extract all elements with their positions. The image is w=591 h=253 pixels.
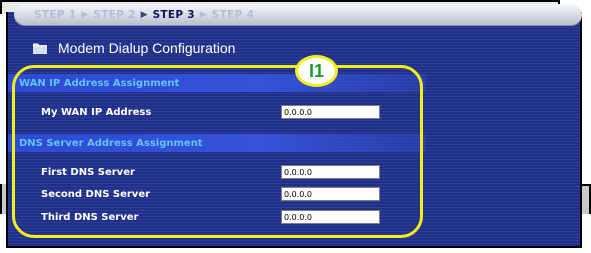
page-title-row: Modem Dialup Configuration bbox=[33, 39, 235, 57]
first-dns-input[interactable] bbox=[281, 165, 380, 179]
callout-label: I1 bbox=[295, 55, 338, 87]
wan-ip-label: My WAN IP Address bbox=[41, 107, 152, 118]
step-2: STEP 2 bbox=[93, 9, 136, 21]
step-3-current: STEP 3 bbox=[152, 9, 195, 21]
step-4: STEP 4 bbox=[211, 9, 255, 21]
third-dns-input[interactable] bbox=[281, 210, 380, 224]
section-header-dns: DNS Server Address Assignment bbox=[8, 134, 426, 152]
step-arrow-icon: ▶ bbox=[81, 10, 89, 20]
wan-ip-input[interactable] bbox=[281, 105, 380, 119]
step-arrow-icon: ▶ bbox=[199, 10, 207, 20]
second-dns-input[interactable] bbox=[281, 187, 380, 201]
step-1: STEP 1 bbox=[34, 9, 77, 21]
step-arrow-icon: ▶ bbox=[140, 10, 148, 20]
second-dns-label: Second DNS Server bbox=[41, 189, 151, 200]
third-dns-label: Third DNS Server bbox=[41, 212, 139, 223]
first-dns-label: First DNS Server bbox=[41, 167, 135, 178]
folder-icon bbox=[33, 43, 47, 54]
page-title: Modem Dialup Configuration bbox=[58, 40, 236, 56]
wizard-steps-bar: STEP 1 ▶ STEP 2 ▶ STEP 3 ▶ STEP 4 bbox=[14, 4, 582, 26]
section-header-wan: WAN IP Address Assignment bbox=[8, 74, 426, 92]
